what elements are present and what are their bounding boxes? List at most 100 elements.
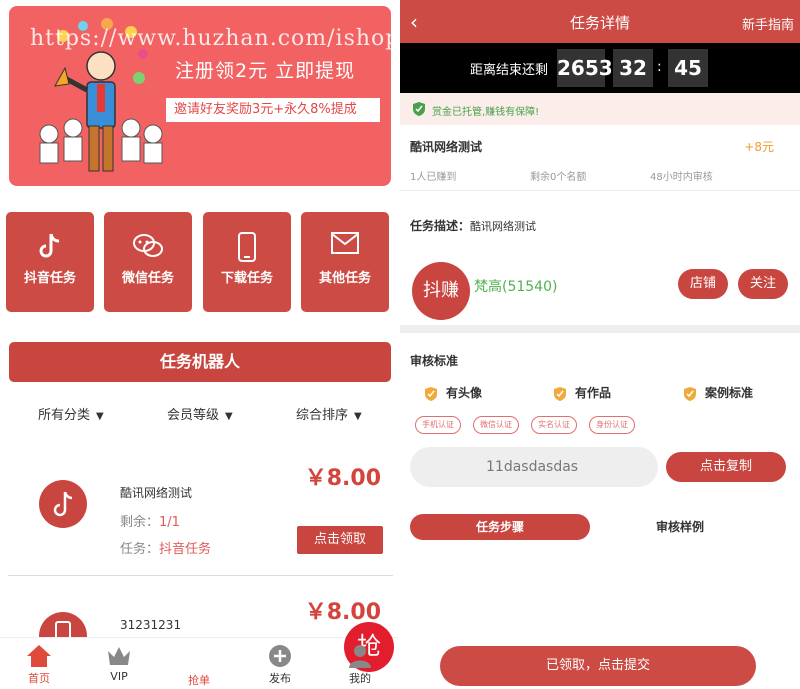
divider: [400, 190, 800, 191]
description-value: 酷讯网络测试: [470, 220, 537, 233]
category-label: 其他任务: [318, 271, 371, 286]
filter-category[interactable]: 所有分类 ▼: [38, 404, 104, 423]
countdown-hours: 32: [613, 49, 653, 87]
nav-vip[interactable]: VIP: [89, 642, 149, 683]
category-tiles: 抖音任务 微信任务 下载任务 其他任务: [6, 212, 392, 312]
audit-title: 审核标准: [410, 354, 459, 368]
badge-icon: [554, 386, 566, 401]
chevron-down-icon: ▼: [354, 411, 362, 422]
phone-icon: [203, 232, 291, 262]
audit-item: 有作品: [553, 384, 611, 402]
tiktok-icon: [6, 232, 94, 262]
verify-tag: 手机认证: [415, 416, 461, 434]
nav-home[interactable]: 首页: [9, 642, 69, 686]
task-detail-screen: ‹ 任务详情 新手指南 距离结束还剩 2653 32 : 45 赏金已托管,赚钱…: [400, 0, 800, 689]
banner-title: 注册领2元 立即提现: [175, 60, 356, 82]
task-name: 31231231: [120, 618, 182, 632]
countdown-days: 2653: [557, 49, 613, 87]
category-tiktok[interactable]: 抖音任务: [6, 212, 94, 312]
watermark-text: https://www.huzhan.com/ishop19261: [30, 26, 398, 51]
countdown-bar: 距离结束还剩 2653 32 : 45: [400, 43, 800, 93]
task-type: 任务：抖音任务: [120, 538, 211, 557]
nav-label: 我的: [349, 672, 371, 685]
task-code-field[interactable]: 11dasdasdas: [410, 447, 658, 487]
chevron-down-icon: ▼: [96, 411, 104, 422]
nav-mine[interactable]: 我的: [330, 642, 390, 686]
plus-icon: [250, 642, 310, 670]
category-download[interactable]: 下载任务: [203, 212, 291, 312]
stat-remaining: 剩余0个名额: [530, 172, 587, 183]
verify-tag: 实名认证: [531, 416, 577, 434]
nav-label: 首页: [28, 672, 50, 685]
stat-review-time: 48小时内审核: [650, 172, 713, 183]
task-robot-button[interactable]: 任务机器人: [9, 342, 391, 382]
submit-button[interactable]: 已领取，点击提交: [440, 646, 756, 686]
filter-bar: 所有分类 ▼ 会员等级 ▼ 综合排序 ▼: [0, 398, 398, 428]
stat-earned: 1人已赚到: [410, 172, 457, 183]
verify-tag: 身份认证: [589, 416, 635, 434]
banner-subtitle: 邀请好友奖励3元+永久8%提成: [166, 98, 380, 122]
crown-icon: [89, 642, 149, 670]
category-label: 抖音任务: [23, 271, 76, 286]
chevron-down-icon: ▼: [225, 411, 233, 422]
follow-button[interactable]: 关注: [738, 269, 788, 299]
category-label: 微信任务: [121, 271, 174, 286]
nav-label: 发布: [269, 672, 291, 685]
publisher-name[interactable]: 梵高(51540): [474, 276, 557, 296]
claim-button[interactable]: 点击领取: [297, 526, 383, 554]
audit-label: 有头像: [446, 386, 483, 400]
section-divider: [400, 325, 800, 333]
audit-label: 有作品: [575, 386, 612, 400]
task-card[interactable]: ￥8.00 酷讯网络测试 剩余：1/1 任务：抖音任务 点击领取: [8, 436, 393, 576]
task-hall-screen: 注册领2元 立即提现 邀请好友奖励3元+永久8%提成 https://www.h…: [0, 0, 398, 689]
remaining-label: 剩余：: [120, 515, 160, 530]
nav-publish[interactable]: 发布: [250, 642, 310, 686]
user-icon: [330, 642, 390, 670]
task-remaining: 剩余：1/1: [120, 511, 180, 530]
tab-task-steps[interactable]: 任务步骤: [410, 514, 590, 540]
task-reward: +8元: [744, 140, 774, 154]
tiktok-icon: [53, 491, 73, 517]
header-bar: ‹ 任务详情 新手指南: [400, 0, 800, 43]
home-icon: [9, 642, 69, 670]
badge-icon: [425, 386, 437, 401]
filter-sort[interactable]: 综合排序 ▼: [296, 404, 362, 423]
wechat-icon: [104, 232, 192, 262]
filter-label: 所有分类: [38, 408, 91, 423]
shop-button[interactable]: 店铺: [678, 269, 728, 299]
countdown-minutes: 45: [668, 49, 708, 87]
countdown-label: 距离结束还剩: [470, 63, 549, 78]
page-title: 任务详情: [569, 14, 630, 32]
type-label: 任务：: [120, 542, 160, 557]
shield-icon: [413, 102, 425, 116]
verify-tag: 微信认证: [473, 416, 519, 434]
task-description: 任务描述：酷讯网络测试: [410, 217, 536, 234]
type-value: 抖音任务: [159, 542, 212, 557]
badge-icon: [684, 386, 696, 401]
audit-item: 案例标准: [683, 384, 753, 402]
category-wechat[interactable]: 微信任务: [104, 212, 192, 312]
task-avatar: [39, 480, 87, 528]
filter-member-level[interactable]: 会员等级 ▼: [167, 404, 233, 423]
filter-label: 会员等级: [167, 408, 220, 423]
escrow-text: 赏金已托管,赚钱有保障!: [432, 107, 540, 118]
copy-button[interactable]: 点击复制: [666, 452, 786, 482]
nav-label: 抢单: [188, 674, 210, 687]
category-other[interactable]: 其他任务: [301, 212, 389, 312]
mail-icon: [301, 232, 389, 262]
filter-label: 综合排序: [296, 408, 349, 423]
task-name: 酷讯网络测试: [120, 486, 193, 500]
task-title: 酷讯网络测试: [410, 140, 483, 154]
countdown-separator: :: [657, 59, 662, 75]
guide-link[interactable]: 新手指南: [742, 14, 794, 33]
audit-item: 有头像: [424, 384, 482, 402]
category-label: 下载任务: [220, 271, 273, 286]
task-price: ￥8.00: [304, 466, 381, 491]
remaining-value: 1/1: [159, 515, 180, 530]
tab-audit-samples[interactable]: 审核样例: [610, 514, 750, 540]
shop-avatar[interactable]: 抖赚: [412, 262, 470, 320]
audit-label: 案例标准: [705, 386, 754, 400]
description-label: 任务描述：: [410, 219, 471, 233]
escrow-notice: 赏金已托管,赚钱有保障!: [400, 93, 800, 125]
screen: 注册领2元 立即提现 邀请好友奖励3元+永久8%提成 https://www.h…: [0, 0, 800, 689]
